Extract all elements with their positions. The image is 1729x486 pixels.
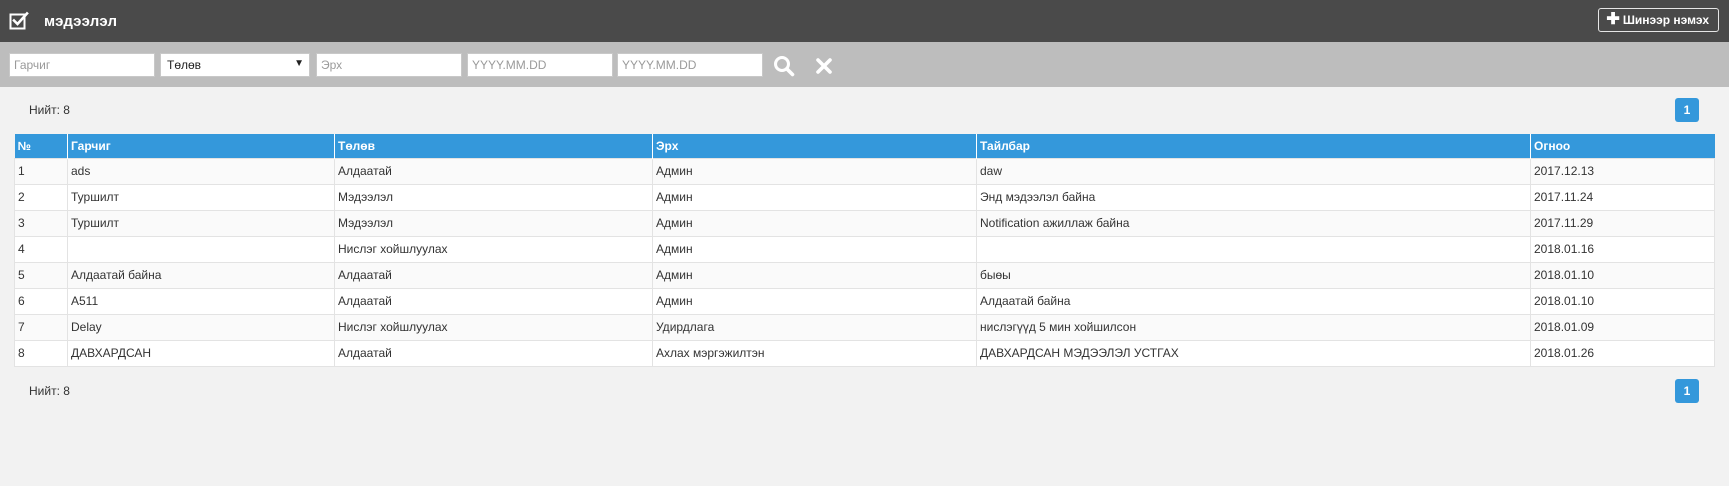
cell-status: Нислэг хойшлуулах (334, 313, 653, 341)
cell-status: Мэдээлэл (334, 183, 653, 211)
cell-title: Delay (67, 313, 335, 341)
cell-date: 2018.01.09 (1530, 313, 1715, 341)
column-header-status[interactable]: Төлөв (334, 134, 653, 158)
pagination-page-top[interactable]: 1 (1675, 98, 1699, 122)
column-header-number[interactable]: № (14, 134, 68, 158)
plus-icon: ✚ (1606, 11, 1620, 28)
column-header-date[interactable]: Огноо (1530, 134, 1715, 158)
cell-status: Алдаатай (334, 339, 653, 367)
pagination-page-bottom[interactable]: 1 (1675, 379, 1699, 403)
cell-title (67, 235, 335, 263)
cell-description: быөы (976, 261, 1531, 289)
status-filter-select[interactable]: Төлөв ▼ (160, 53, 310, 77)
cell-title: ДАВХАРДСАН (67, 339, 335, 367)
cell-role: Админ (652, 261, 977, 289)
cell-role: Админ (652, 287, 977, 315)
cell-number: 2 (14, 183, 68, 211)
cell-role: Админ (652, 157, 977, 185)
cell-status: Нислэг хойшлуулах (334, 235, 653, 263)
cell-description: Notification ажиллаж байна (976, 209, 1531, 237)
cell-date: 2018.01.16 (1530, 235, 1715, 263)
cell-status: Алдаатай (334, 157, 653, 185)
title-filter-input[interactable] (9, 53, 155, 77)
cell-role: Админ (652, 235, 977, 263)
cell-title: Алдаатай байна (67, 261, 335, 289)
cell-number: 4 (14, 235, 68, 263)
cell-title: Туршилт (67, 209, 335, 237)
cell-status: Мэдээлэл (334, 209, 653, 237)
data-table: № Гарчиг Төлөв Эрх Тайлбар Огноо 1 ads А… (14, 134, 1715, 367)
cell-date: 2017.11.29 (1530, 209, 1715, 237)
total-count-bottom: Нийт: 8 (29, 384, 70, 398)
cell-title: A511 (67, 287, 335, 315)
close-icon[interactable] (813, 55, 835, 77)
caret-down-icon: ▼ (294, 58, 304, 69)
date-from-input[interactable] (467, 53, 613, 77)
cell-description (976, 235, 1531, 263)
column-header-title[interactable]: Гарчиг (67, 134, 335, 158)
table-row[interactable]: 4 Нислэг хойшлуулах Админ 2018.01.16 (14, 235, 1715, 263)
cell-description: daw (976, 157, 1531, 185)
search-icon[interactable] (773, 55, 795, 77)
cell-number: 7 (14, 313, 68, 341)
cell-number: 1 (14, 157, 68, 185)
page-title: мэдээлэл (44, 12, 118, 30)
cell-status: Алдаатай (334, 287, 653, 315)
table-row[interactable]: 7 Delay Нислэг хойшлуулах Удирдлага нисл… (14, 313, 1715, 341)
top-bar: мэдээлэл ✚ Шинээр нэмэх (0, 0, 1729, 42)
cell-description: Алдаатай байна (976, 287, 1531, 315)
cell-number: 3 (14, 209, 68, 237)
checkbox-icon (9, 11, 29, 31)
cell-role: Ахлах мэргэжилтэн (652, 339, 977, 367)
cell-description: нислэгүүд 5 мин хойшилсон (976, 313, 1531, 341)
cell-date: 2017.12.13 (1530, 157, 1715, 185)
cell-role: Админ (652, 209, 977, 237)
cell-role: Удирдлага (652, 313, 977, 341)
table-row[interactable]: 8 ДАВХАРДСАН Алдаатай Ахлах мэргэжилтэн … (14, 339, 1715, 367)
table-row[interactable]: 2 Туршилт Мэдээлэл Админ Энд мэдээлэл ба… (14, 183, 1715, 211)
table-row[interactable]: 1 ads Алдаатай Админ daw 2017.12.13 (14, 157, 1715, 185)
cell-title: Туршилт (67, 183, 335, 211)
status-filter-value: Төлөв (167, 58, 202, 72)
cell-number: 8 (14, 339, 68, 367)
cell-date: 2017.11.24 (1530, 183, 1715, 211)
table-row[interactable]: 3 Туршилт Мэдээлэл Админ Notification аж… (14, 209, 1715, 237)
cell-date: 2018.01.26 (1530, 339, 1715, 367)
add-new-button[interactable]: ✚ Шинээр нэмэх (1598, 8, 1719, 32)
date-to-input[interactable] (617, 53, 763, 77)
table-row[interactable]: 6 A511 Алдаатай Админ Алдаатай байна 201… (14, 287, 1715, 315)
cell-date: 2018.01.10 (1530, 287, 1715, 315)
filter-bar: Төлөв ▼ (0, 42, 1729, 87)
add-new-label: Шинээр нэмэх (1622, 13, 1709, 27)
column-header-role[interactable]: Эрх (652, 134, 977, 158)
cell-number: 6 (14, 287, 68, 315)
total-count-top: Нийт: 8 (29, 103, 70, 117)
role-filter-input[interactable] (316, 53, 462, 77)
cell-status: Алдаатай (334, 261, 653, 289)
cell-date: 2018.01.10 (1530, 261, 1715, 289)
cell-description: ДАВХАРДСАН МЭДЭЭЛЭЛ УСТГАХ (976, 339, 1531, 367)
column-header-description[interactable]: Тайлбар (976, 134, 1531, 158)
cell-role: Админ (652, 183, 977, 211)
table-header-row: № Гарчиг Төлөв Эрх Тайлбар Огноо (14, 134, 1715, 158)
cell-number: 5 (14, 261, 68, 289)
table-row[interactable]: 5 Алдаатай байна Алдаатай Админ быөы 201… (14, 261, 1715, 289)
cell-title: ads (67, 157, 335, 185)
cell-description: Энд мэдээлэл байна (976, 183, 1531, 211)
